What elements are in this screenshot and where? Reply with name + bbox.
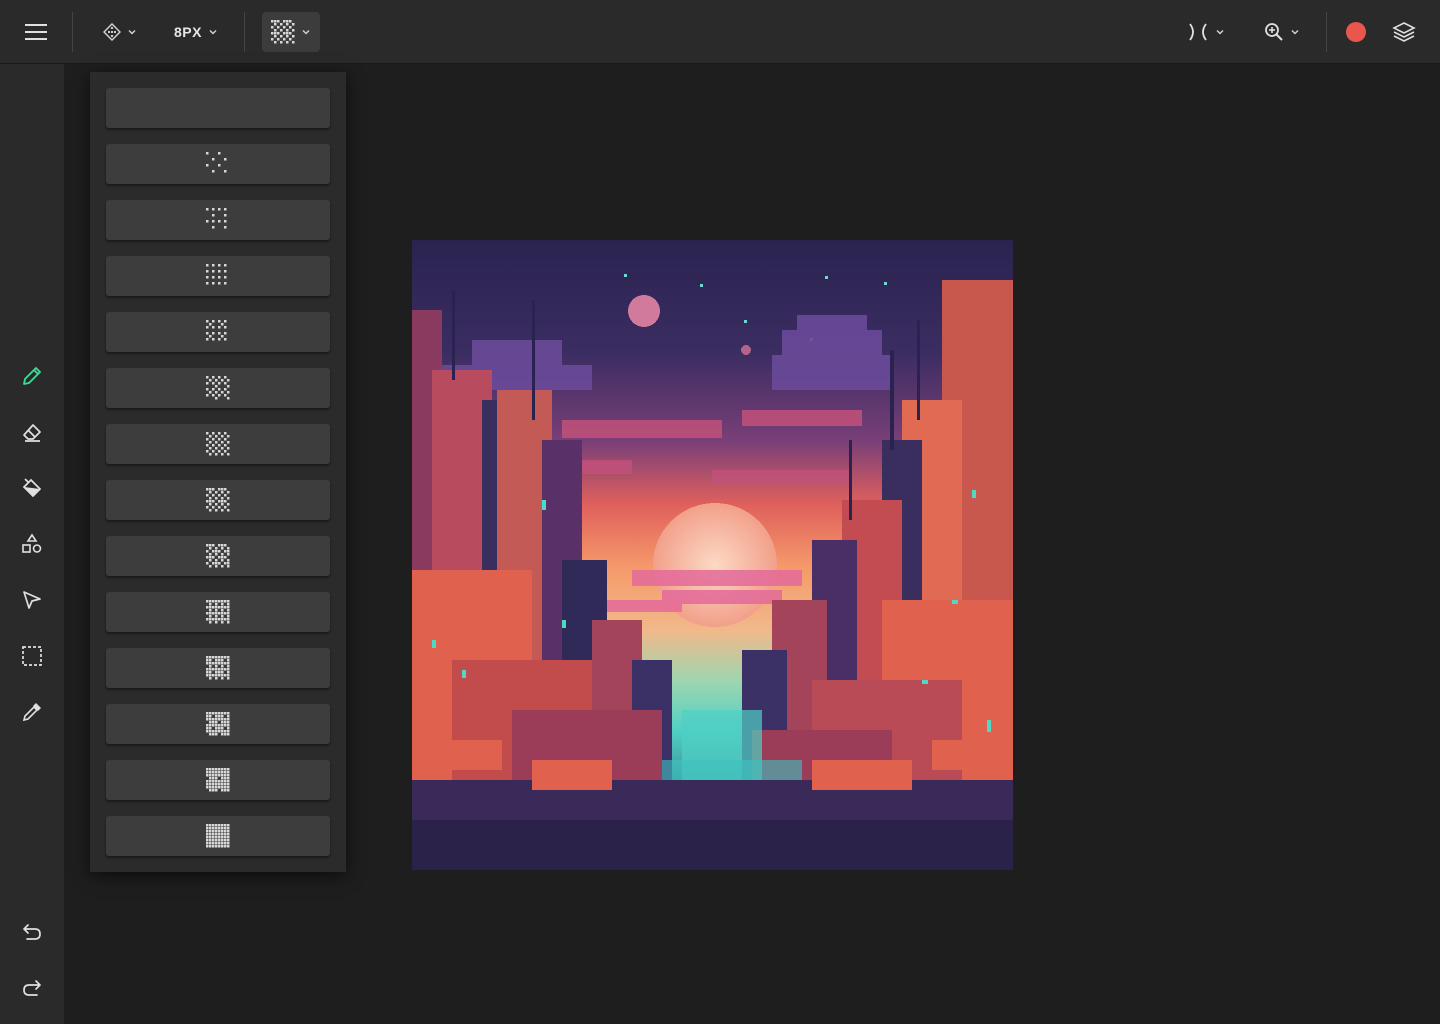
paint-bucket-icon <box>22 478 42 498</box>
layers-icon <box>1392 22 1416 42</box>
dither-pattern-option[interactable] <box>106 648 330 688</box>
chevron-down-icon <box>1291 29 1299 35</box>
dither-pattern-icon <box>206 600 230 624</box>
dither-pattern-option[interactable] <box>106 200 330 240</box>
dither-pattern-icon <box>206 208 227 229</box>
dither-pattern-icon <box>206 488 230 512</box>
dither-pattern-icon <box>206 768 230 792</box>
marquee-select-icon <box>22 646 42 666</box>
shapes-tool[interactable] <box>16 528 48 560</box>
pointer-icon <box>23 591 41 609</box>
fill-tool[interactable] <box>16 472 48 504</box>
brush-size-label: 8PX <box>174 24 202 40</box>
dither-pattern-icon <box>206 376 230 400</box>
eraser-tool[interactable] <box>16 416 48 448</box>
redo-button[interactable] <box>16 972 48 1004</box>
dither-pattern-icon <box>206 152 227 173</box>
mirror-dropdown[interactable] <box>1180 12 1232 52</box>
dither-pattern-icon <box>103 23 121 41</box>
dither-pattern-option[interactable] <box>106 312 330 352</box>
dither-pattern-icon <box>206 432 230 456</box>
dither-pattern-option[interactable] <box>106 536 330 576</box>
dither-pattern-option[interactable] <box>106 816 330 856</box>
eyedropper-tool[interactable] <box>16 696 48 728</box>
chevron-down-icon <box>1216 29 1224 35</box>
menu-button[interactable] <box>16 12 56 52</box>
color-swatch <box>1346 22 1366 42</box>
dither-pattern-option[interactable] <box>106 704 330 744</box>
dither-pattern-option[interactable] <box>106 592 330 632</box>
shapes-icon <box>22 533 42 553</box>
color-swatch-button[interactable] <box>1340 12 1372 52</box>
select-tool[interactable] <box>16 584 48 616</box>
dither-pattern-icon <box>206 264 227 285</box>
chevron-down-icon <box>302 29 310 35</box>
dither-pattern-option[interactable] <box>106 256 330 296</box>
pixel-art-cityscape <box>412 240 1013 870</box>
toolbar-divider <box>244 12 245 52</box>
tool-sidebar <box>0 64 64 1024</box>
pencil-tool[interactable] <box>16 360 48 392</box>
dither-pattern-option[interactable] <box>106 480 330 520</box>
dither-pattern-icon <box>206 544 230 568</box>
dither-pattern-option[interactable] <box>106 144 330 184</box>
dither-pattern-panel <box>90 72 346 872</box>
mirror-symmetry-icon <box>1189 23 1207 41</box>
toolbar-divider <box>1326 12 1327 52</box>
dither-pattern-icon <box>206 712 230 736</box>
eyedropper-icon <box>22 703 41 722</box>
zoom-dropdown[interactable] <box>1256 12 1308 52</box>
dither-pattern-icon <box>206 824 230 848</box>
dither-pattern-option[interactable] <box>106 368 330 408</box>
pencil-icon <box>23 367 41 385</box>
dither-pattern-option[interactable] <box>106 424 330 464</box>
chevron-down-icon <box>209 29 217 35</box>
brush-size-dropdown[interactable]: 8PX <box>166 12 226 52</box>
hamburger-menu-icon <box>25 24 47 40</box>
redo-icon <box>23 980 41 996</box>
pixel-canvas[interactable] <box>412 240 1013 870</box>
layers-button[interactable] <box>1386 12 1422 52</box>
eraser-icon <box>23 424 41 442</box>
dither-pattern-icon <box>206 320 227 341</box>
chevron-down-icon <box>128 29 136 35</box>
undo-icon <box>23 924 41 940</box>
toolbar-divider <box>72 12 73 52</box>
dither-pattern-icon <box>206 656 230 680</box>
top-toolbar: 8PX <box>0 0 1440 64</box>
checker-pattern-icon <box>271 20 295 44</box>
undo-button[interactable] <box>16 916 48 948</box>
dither-pattern-option[interactable] <box>106 88 330 128</box>
dither-pattern-option[interactable] <box>106 760 330 800</box>
pattern-dropdown[interactable] <box>262 12 320 52</box>
dither-mode-dropdown[interactable] <box>94 12 146 52</box>
marquee-tool[interactable] <box>16 640 48 672</box>
zoom-in-icon <box>1265 23 1283 41</box>
